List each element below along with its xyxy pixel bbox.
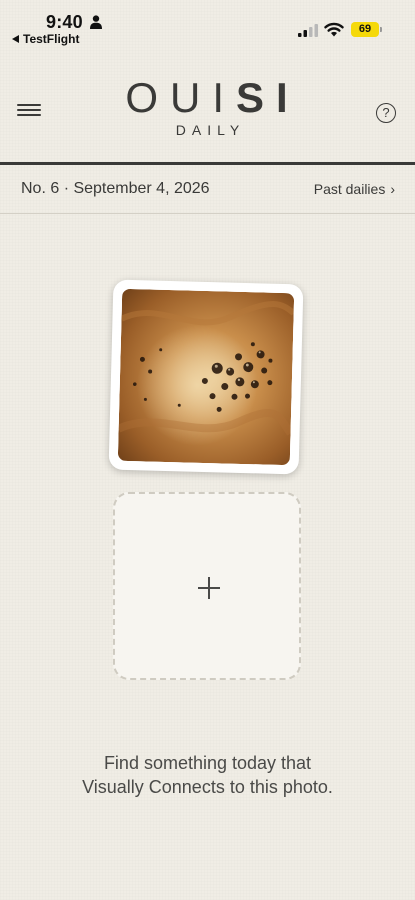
status-time: 9:40	[46, 12, 83, 32]
plus-icon	[198, 577, 220, 599]
prompt-line-2: Visually Connects to this photo.	[82, 777, 333, 797]
wifi-icon	[324, 22, 344, 37]
chevron-right-icon: ›	[390, 181, 395, 197]
battery-nub	[380, 27, 382, 32]
back-triangle-icon	[12, 35, 19, 43]
past-dailies-label: Past dailies	[313, 181, 386, 197]
logo-light-part: OUI	[125, 74, 236, 121]
back-app-label: TestFlight	[23, 32, 80, 46]
back-to-app-link[interactable]: TestFlight	[12, 32, 79, 46]
logo-wordmark: OUISI	[0, 74, 415, 122]
add-photo-placeholder[interactable]	[113, 492, 301, 680]
cellular-signal-icon	[298, 24, 318, 37]
app-logo: OUISI DAILY	[0, 74, 415, 138]
logo-subtitle: DAILY	[175, 122, 246, 138]
daily-prompt: Find something today that Visually Conne…	[0, 751, 415, 799]
daily-photo-card[interactable]	[108, 279, 304, 475]
past-dailies-button[interactable]: Past dailies ›	[314, 181, 395, 197]
question-circle-icon[interactable]: ?	[376, 103, 396, 123]
person-icon	[90, 15, 102, 29]
subheader-divider	[0, 213, 415, 214]
prompt-line-1: Find something today that	[103, 753, 312, 773]
coffee-foam-photo	[117, 288, 295, 466]
battery-indicator: 69	[351, 22, 379, 37]
issue-bar: No. 6 · September 4, 2026 Past dailies ›	[0, 165, 415, 213]
daily-photo	[117, 288, 295, 466]
status-bar: 9:40 TestFlight 69	[0, 0, 415, 52]
issue-date: No. 6 · September 4, 2026	[21, 180, 210, 197]
logo-bold-part: SI	[235, 74, 300, 121]
